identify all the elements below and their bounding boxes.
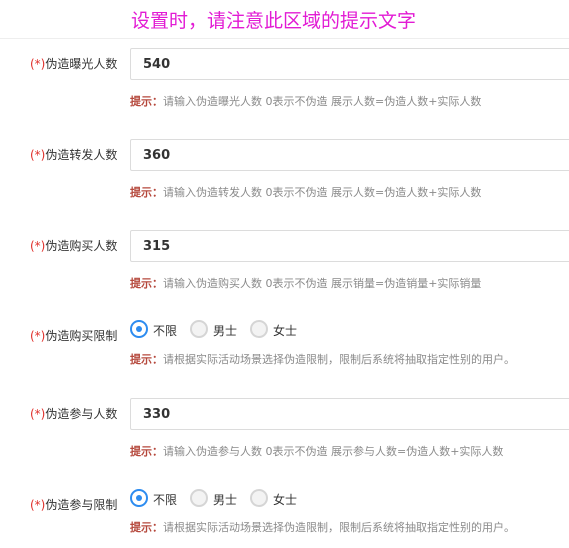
hint-prefix: 提示： xyxy=(130,186,163,199)
required-mark: (*) xyxy=(30,148,46,162)
hint-prefix: 提示： xyxy=(130,521,163,534)
fake-share-input[interactable]: 360 xyxy=(130,139,569,171)
field-label-text: 伪造曝光人数 xyxy=(45,57,118,71)
hint-text: 请输入伪造转发人数 0表示不伪造 展示人数=伪造人数+实际人数 xyxy=(163,186,482,199)
required-mark: (*) xyxy=(30,239,46,253)
field-hint: 提示：请输入伪造转发人数 0表示不伪造 展示人数=伪造人数+实际人数 xyxy=(130,184,481,200)
notice-banner-text: 设置时，请注意此区域的提示文字 xyxy=(131,10,417,32)
field-label-text: 伪造参与限制 xyxy=(45,498,118,512)
fake-participants-input[interactable]: 330 xyxy=(130,398,569,430)
field-label: (*)伪造购买人数 xyxy=(30,237,117,254)
field-label: (*)伪造曝光人数 xyxy=(30,55,117,72)
radio-unchecked-icon xyxy=(190,320,208,338)
required-mark: (*) xyxy=(30,329,46,343)
hint-prefix: 提示： xyxy=(130,445,163,458)
input-value: 360 xyxy=(143,148,171,163)
required-mark: (*) xyxy=(30,407,46,421)
field-hint: 提示：请输入伪造曝光人数 0表示不伪造 展示人数=伪造人数+实际人数 xyxy=(130,93,481,109)
hint-text: 请根据实际活动场景选择伪造限制，限制后系统将抽取指定性别的用户。 xyxy=(163,521,515,534)
field-label-text: 伪造参与人数 xyxy=(45,407,118,421)
input-value: 540 xyxy=(143,57,171,72)
field-label-text: 伪造转发人数 xyxy=(45,148,118,162)
radio-label: 男士 xyxy=(213,324,238,338)
hint-text: 请输入伪造参与人数 0表示不伪造 展示参与人数=伪造人数+实际人数 xyxy=(163,445,504,458)
hint-prefix: 提示： xyxy=(130,95,163,108)
radio-label: 男士 xyxy=(213,493,238,507)
field-label-text: 伪造购买人数 xyxy=(45,239,118,253)
field-hint: 提示：请根据实际活动场景选择伪造限制，限制后系统将抽取指定性别的用户。 xyxy=(130,519,515,535)
field-hint: 提示：请输入伪造购买人数 0表示不伪造 展示销量=伪造销量+实际销量 xyxy=(130,275,481,291)
input-value: 330 xyxy=(143,407,171,422)
radio-unchecked-icon xyxy=(250,320,268,338)
hint-prefix: 提示： xyxy=(130,277,163,290)
radio-checked-icon xyxy=(130,489,148,507)
radio-label: 女士 xyxy=(273,324,298,338)
hint-text: 请根据实际活动场景选择伪造限制，限制后系统将抽取指定性别的用户。 xyxy=(163,353,515,366)
field-label: (*)伪造参与限制 xyxy=(30,496,117,513)
field-hint: 提示：请根据实际活动场景选择伪造限制，限制后系统将抽取指定性别的用户。 xyxy=(130,351,515,367)
required-mark: (*) xyxy=(30,498,46,512)
radio-unchecked-icon xyxy=(190,489,208,507)
radio-unchecked-icon xyxy=(250,489,268,507)
field-label: (*)伪造转发人数 xyxy=(30,146,117,163)
hint-text: 请输入伪造曝光人数 0表示不伪造 展示人数=伪造人数+实际人数 xyxy=(163,95,482,108)
field-hint: 提示：请输入伪造参与人数 0表示不伪造 展示参与人数=伪造人数+实际人数 xyxy=(130,443,503,459)
input-value: 315 xyxy=(143,239,171,254)
radio-label: 女士 xyxy=(273,493,298,507)
radio-checked-icon xyxy=(130,320,148,338)
radio-label: 不限 xyxy=(153,324,178,338)
fake-exposure-input[interactable]: 540 xyxy=(130,48,569,80)
notice-banner: 设置时，请注意此区域的提示文字 xyxy=(0,0,569,39)
radio-label: 不限 xyxy=(153,493,178,507)
hint-text: 请输入伪造购买人数 0表示不伪造 展示销量=伪造销量+实际销量 xyxy=(163,277,482,290)
field-label-text: 伪造购买限制 xyxy=(45,329,118,343)
field-label: (*)伪造参与人数 xyxy=(30,405,117,422)
hint-prefix: 提示： xyxy=(130,353,163,366)
fake-purchase-input[interactable]: 315 xyxy=(130,230,569,262)
field-label: (*)伪造购买限制 xyxy=(30,327,117,344)
required-mark: (*) xyxy=(30,57,46,71)
